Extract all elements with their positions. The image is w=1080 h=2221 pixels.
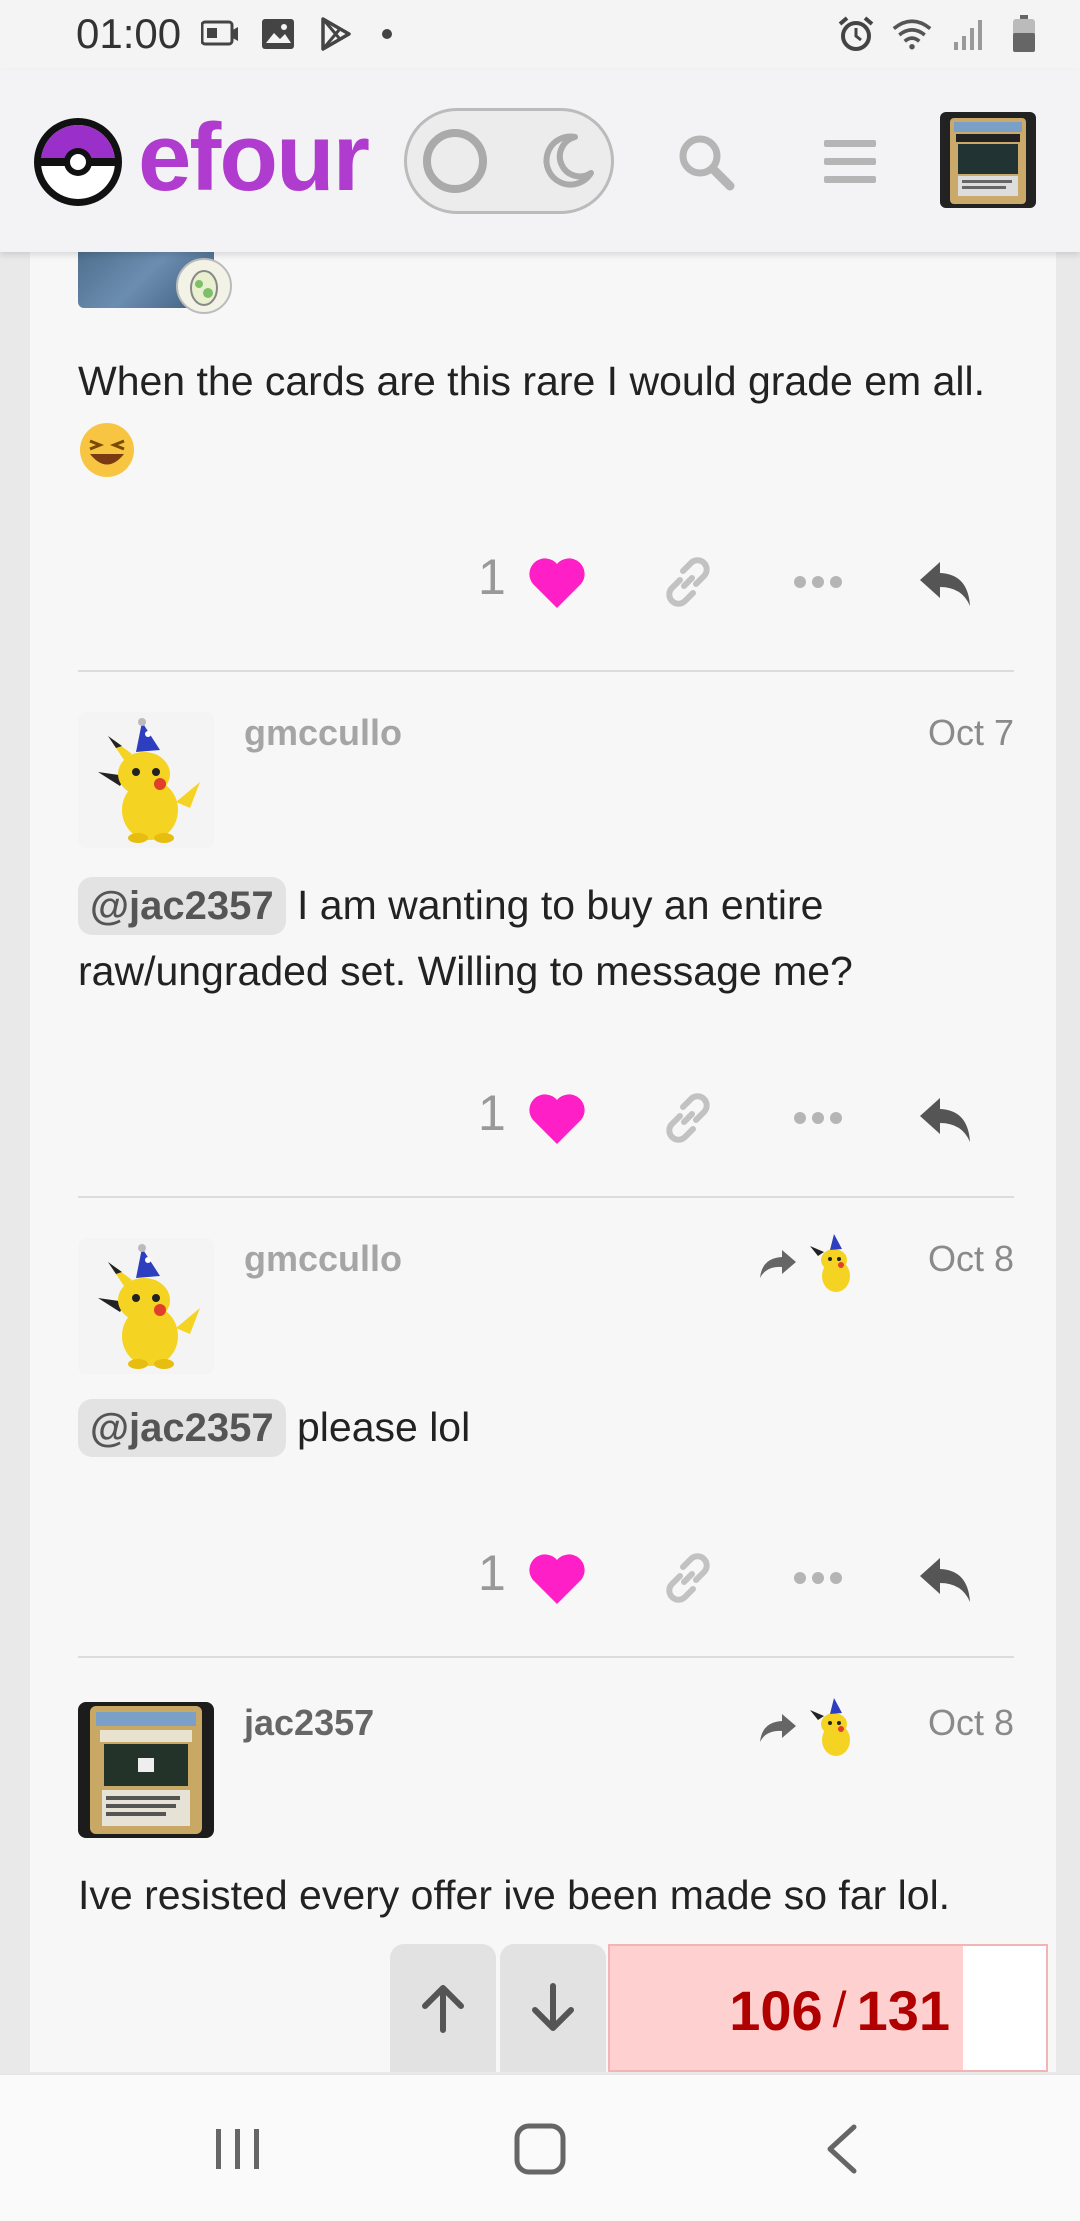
post-date[interactable]: Oct 8 [928, 1238, 1014, 1280]
arrow-up-icon [422, 1985, 464, 2033]
reply-to-indicator[interactable] [758, 1696, 864, 1765]
reply-arrow-icon [758, 1246, 798, 1287]
image-notification-icon [258, 14, 298, 54]
theme-toggle-knob [423, 129, 487, 193]
user-avatar[interactable] [940, 112, 1036, 208]
post-username[interactable]: jac2357 [244, 1702, 374, 1744]
system-navigation-bar [0, 2074, 1080, 2221]
heart-icon[interactable] [528, 554, 586, 610]
user-mention[interactable]: @jac2357 [78, 1399, 286, 1457]
progress-indicator[interactable]: 106/131 [608, 1944, 1048, 2072]
card-notification-icon [200, 14, 240, 54]
post-actions: 1 [78, 1074, 1014, 1164]
post-actions: 1 [78, 538, 1014, 628]
status-time: 01:00 [76, 10, 182, 57]
post-date[interactable]: Oct 8 [928, 1702, 1014, 1744]
pokeball-logo-icon[interactable] [30, 114, 126, 210]
laughing-emoji-icon [78, 421, 136, 479]
reply-icon[interactable] [916, 1088, 976, 1148]
heart-icon[interactable] [528, 1090, 586, 1146]
signal-icon [948, 14, 988, 54]
post-divider [78, 1196, 1014, 1198]
post-divider [78, 1656, 1014, 1658]
more-icon[interactable] [788, 564, 848, 600]
back-icon[interactable] [818, 2121, 868, 2177]
post-date[interactable]: Oct 7 [928, 712, 1014, 754]
status-system-icons [836, 14, 1044, 54]
post-image-thumbnail[interactable] [78, 252, 232, 314]
more-icon[interactable] [788, 1560, 848, 1596]
user-mention[interactable]: @jac2357 [78, 877, 286, 935]
battery-icon [1004, 14, 1044, 54]
post-body: @jac2357 I am wanting to buy an entire r… [78, 872, 1014, 1004]
post-body-text: Ive resisted every offer ive been made s… [78, 1872, 951, 1918]
post-body: When the cards are this rare I would gra… [78, 348, 1014, 480]
post-username[interactable]: gmccullo [244, 712, 402, 754]
jump-up-button[interactable] [390, 1944, 496, 2072]
recent-apps-icon[interactable] [212, 2123, 264, 2175]
progress-total: 131 [856, 1978, 950, 2042]
link-icon[interactable] [658, 552, 718, 612]
post-actions: 1 [78, 1534, 1014, 1624]
topic-stream: When the cards are this rare I would gra… [30, 252, 1056, 2072]
site-logo-text[interactable]: efour [138, 108, 370, 208]
more-notifications-dot-icon [382, 29, 392, 39]
avatar[interactable] [78, 1702, 214, 1838]
reply-to-avatar [804, 1696, 864, 1765]
search-icon[interactable] [676, 132, 736, 192]
play-store-notification-icon [316, 14, 356, 54]
like-count: 1 [478, 1085, 506, 1141]
reply-to-indicator[interactable] [758, 1232, 864, 1301]
arrow-down-icon [532, 1983, 574, 2031]
avatar[interactable] [78, 1238, 214, 1374]
progress-separator: / [832, 1982, 847, 2038]
progress-count: 106/131 [610, 1946, 950, 2074]
hamburger-menu-icon[interactable] [822, 134, 878, 190]
reply-icon[interactable] [916, 1548, 976, 1608]
post-username[interactable]: gmccullo [244, 1238, 402, 1280]
moon-icon [537, 131, 597, 191]
link-icon[interactable] [658, 1548, 718, 1608]
status-bar: 01:00 [0, 0, 1080, 70]
post-body-text: please lol [285, 1404, 471, 1450]
alarm-icon [836, 14, 876, 54]
egg-badge-icon [176, 258, 232, 314]
like-count: 1 [478, 549, 506, 605]
heart-icon[interactable] [528, 1550, 586, 1606]
avatar[interactable] [78, 712, 214, 848]
site-header: efour [0, 70, 1080, 252]
like-count: 1 [478, 1545, 506, 1601]
reply-arrow-icon [758, 1710, 798, 1751]
wifi-icon [892, 14, 932, 54]
post-3: gmccullo Oct 8 @jac2357 please lol 1 [78, 1234, 1014, 1658]
status-notification-icons [200, 14, 392, 54]
home-icon[interactable] [512, 2121, 568, 2177]
reply-to-avatar [804, 1232, 864, 1301]
reply-icon[interactable] [916, 552, 976, 612]
link-icon[interactable] [658, 1088, 718, 1148]
post-2: gmccullo Oct 7 @jac2357 I am wanting to … [78, 712, 1014, 1182]
post-body-text: When the cards are this rare I would gra… [78, 358, 985, 404]
jump-down-button[interactable] [500, 1944, 606, 2072]
theme-toggle[interactable] [404, 108, 614, 214]
more-icon[interactable] [788, 1100, 848, 1136]
post-body: @jac2357 please lol [78, 1394, 1014, 1460]
progress-current: 106 [729, 1978, 823, 2042]
post-divider [78, 670, 1014, 672]
topic-progress: 106/131 [390, 1944, 1048, 2072]
